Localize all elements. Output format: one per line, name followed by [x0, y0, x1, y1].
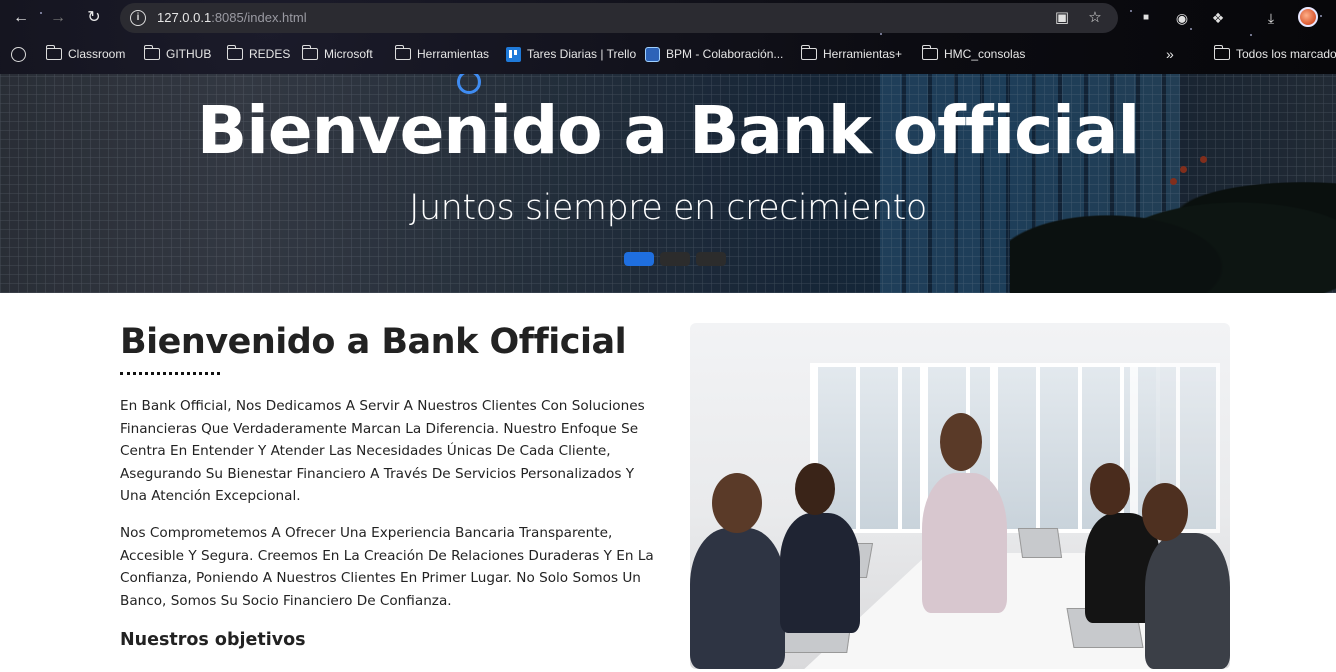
carousel-indicator[interactable] — [660, 252, 690, 266]
folder-icon — [301, 45, 318, 60]
folder-icon — [921, 45, 938, 60]
team-meeting-photo — [690, 323, 1230, 669]
bookmark-hmc-consolas[interactable]: HMC_consolas — [921, 44, 1025, 64]
folder-icon — [226, 45, 243, 60]
hero-subtitle: Juntos siempre en crecimiento — [409, 188, 927, 228]
address-bar[interactable]: i 127.0.0.1:8085/index.html ▣ ☆ — [120, 3, 1118, 33]
bpm-icon — [645, 46, 660, 62]
browser-toolbar: ← → ↻ i 127.0.0.1:8085/index.html ▣ ☆ ■ … — [0, 0, 1336, 36]
reload-icon[interactable]: ↻ — [82, 6, 106, 30]
site-info-icon[interactable]: i — [130, 10, 146, 26]
hero-carousel: Bienvenido a Bank official Juntos siempr… — [0, 74, 1336, 293]
bookmark-bpm[interactable]: BPM - Colaboración... — [645, 44, 783, 64]
bookmark-trello[interactable]: Tares Diarias | Trello — [506, 44, 636, 64]
install-app-icon[interactable]: ▣ — [1052, 8, 1072, 28]
about-title: Bienvenido a Bank Official — [120, 322, 627, 362]
hero-title: Bienvenido a Bank official — [196, 92, 1140, 169]
folder-icon — [800, 45, 817, 60]
bookmark-microsoft[interactable]: Microsoft — [301, 44, 373, 64]
folder-icon — [394, 45, 411, 60]
folder-icon — [1213, 45, 1230, 60]
browser-chrome: ← → ↻ i 127.0.0.1:8085/index.html ▣ ☆ ■ … — [0, 0, 1336, 74]
bookmark-star-icon[interactable]: ☆ — [1085, 8, 1105, 28]
carousel-indicator[interactable] — [624, 252, 654, 266]
apps-globe-icon[interactable] — [11, 44, 26, 64]
title-divider — [120, 372, 220, 375]
carousel-indicator[interactable] — [696, 252, 726, 266]
back-icon[interactable]: ← — [9, 6, 33, 30]
about-paragraph-2: Nos Comprometemos A Ofrecer Una Experien… — [120, 524, 654, 609]
folder-icon — [143, 45, 160, 60]
more-bookmarks-chevron-icon[interactable]: » — [1166, 44, 1174, 64]
bookmark-herramientas[interactable]: Herramientas — [394, 44, 489, 64]
forward-icon[interactable]: → — [46, 6, 70, 30]
extensions-puzzle-icon[interactable]: ❖ — [1208, 8, 1228, 28]
bookmark-redes[interactable]: REDES — [226, 44, 290, 64]
url-text[interactable]: 127.0.0.1:8085/index.html — [157, 10, 307, 25]
carousel-indicators — [624, 252, 726, 266]
about-paragraph-1: En Bank Official, Nos Dedicamos A Servir… — [120, 398, 645, 505]
bookmark-github[interactable]: GITHUB — [143, 44, 211, 64]
objectives-heading: Nuestros objetivos — [120, 630, 306, 651]
all-bookmarks-folder[interactable]: Todos los marcado — [1213, 44, 1336, 64]
download-icon[interactable]: ⤓ — [1261, 8, 1281, 28]
folder-icon — [45, 45, 62, 60]
bookmark-herramientas-plus[interactable]: Herramientas+ — [800, 44, 902, 64]
extension-icon[interactable]: ◉ — [1172, 8, 1192, 28]
about-section: Bienvenido a Bank Official En Bank Offic… — [120, 322, 660, 650]
extension-icon[interactable]: ■ — [1136, 8, 1156, 28]
bookmark-classroom[interactable]: Classroom — [45, 44, 125, 64]
profile-avatar[interactable] — [1298, 7, 1318, 27]
trello-icon — [506, 46, 521, 62]
bookmarks-bar: Classroom GITHUB REDES Microsoft Herrami… — [0, 36, 1336, 72]
